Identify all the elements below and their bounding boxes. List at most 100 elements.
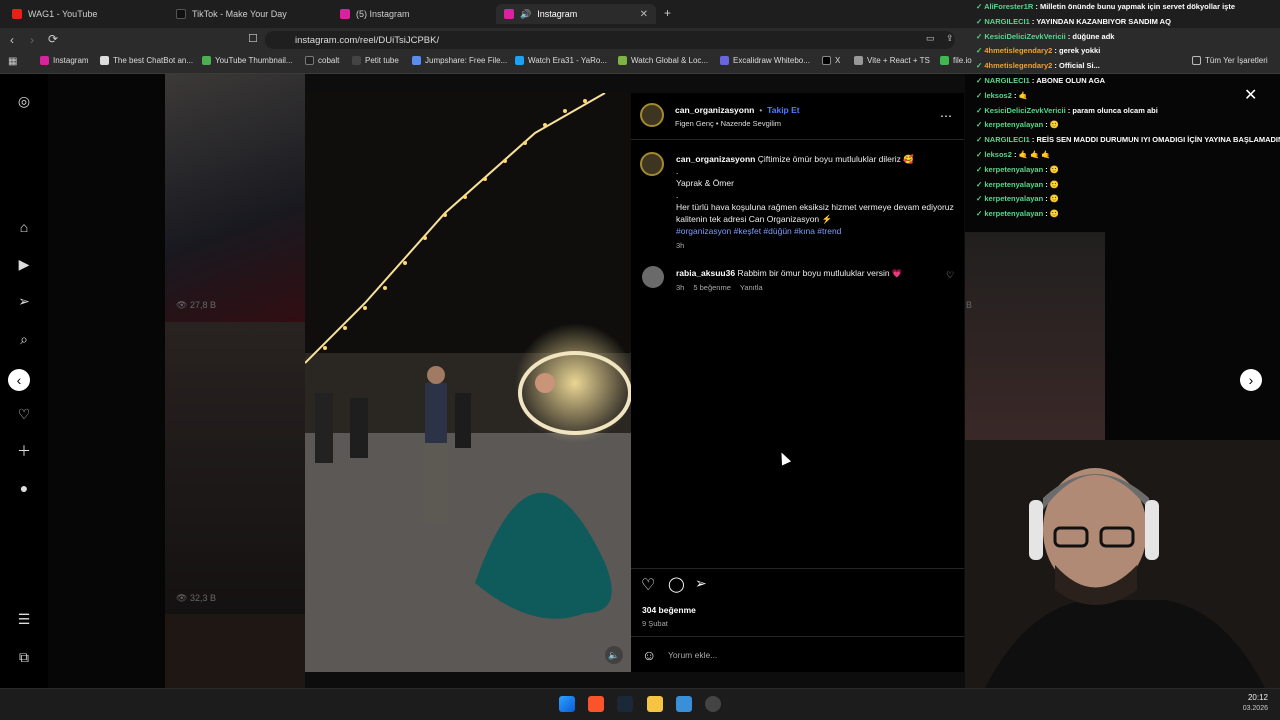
chat-username[interactable]: NARGILECI1 xyxy=(984,17,1029,26)
comment-item: rabia_aksuu36 Rabbim bir ömur boyu mutlu… xyxy=(676,267,936,292)
chat-username[interactable]: KesiciDeliciZevkVericii xyxy=(984,32,1065,41)
file-explorer-icon[interactable] xyxy=(647,696,663,712)
chat-text: 🙂 xyxy=(1049,120,1060,130)
chat-message: ✓ NARGILECI1 : REİS SEN MADDI DURUMUN IY… xyxy=(976,133,1280,148)
youtube-icon xyxy=(12,9,22,19)
share-send-icon[interactable]: ➢ xyxy=(695,575,707,592)
chat-username[interactable]: kerpetenyalayan xyxy=(984,165,1043,174)
home-icon[interactable]: ⌂ xyxy=(14,217,34,237)
instagram-logo-icon[interactable]: ◎ xyxy=(14,91,34,111)
bookmark-item[interactable]: The best ChatBot an... xyxy=(100,56,193,65)
chat-username[interactable]: leksos2 xyxy=(984,150,1012,159)
caption-dot: . xyxy=(676,166,679,176)
comment-bubble-icon[interactable]: ◯ xyxy=(668,575,685,593)
next-post-button[interactable]: › xyxy=(1240,369,1262,391)
mute-toggle-icon[interactable]: 🔈 xyxy=(605,646,623,664)
profile-avatar[interactable]: ● xyxy=(14,478,34,498)
chat-message: ✓ kerpetenyalayan : 🙂 xyxy=(976,178,1280,193)
chat-text: ABONE OLUN AGA xyxy=(1036,75,1106,85)
menu-icon[interactable]: ☰ xyxy=(14,609,34,629)
new-tab-icon[interactable]: + xyxy=(664,6,671,20)
commenter-avatar[interactable] xyxy=(642,266,664,288)
webcam-feed xyxy=(965,440,1280,688)
bookmark-item[interactable]: Watch Global & Loc... xyxy=(618,56,708,65)
obs-icon[interactable] xyxy=(705,696,721,712)
more-options-icon[interactable]: ⋯ xyxy=(940,109,952,123)
bookmark-item[interactable]: Petit tube xyxy=(352,56,399,65)
chat-username[interactable]: 4hmetislegendary2 xyxy=(984,46,1052,55)
caption-avatar[interactable] xyxy=(640,152,664,176)
more-icon[interactable]: ⧉ xyxy=(14,647,34,667)
bookmark-icon[interactable]: ☐ xyxy=(248,32,258,45)
comment-likes[interactable]: 5 beğenme xyxy=(693,283,731,292)
close-tab-icon[interactable]: ✕ xyxy=(640,9,648,20)
bookmark-item[interactable]: cobalt xyxy=(305,56,339,65)
chat-username[interactable]: kerpetenyalayan xyxy=(984,120,1043,129)
reel-video[interactable]: 🔈 xyxy=(305,93,631,672)
bookmark-item[interactable]: Vite + React + TS xyxy=(854,56,930,65)
chat-text: param olunca olcam abi xyxy=(1072,105,1158,115)
chat-username[interactable]: NARGILECI1 xyxy=(984,135,1029,144)
chat-username[interactable]: kerpetenyalayan xyxy=(984,180,1043,189)
create-icon[interactable]: ＋ xyxy=(14,441,34,461)
bookmark-item[interactable]: Excalidraw Whitebo... xyxy=(720,56,810,65)
emoji-picker-icon[interactable]: ☺ xyxy=(642,647,656,663)
chat-username[interactable]: NARGILECI1 xyxy=(984,76,1029,85)
brave-browser-icon[interactable] xyxy=(588,696,604,712)
forward-icon[interactable]: › xyxy=(30,33,34,47)
apps-grid-icon[interactable]: ▦ xyxy=(8,56,17,67)
bookmark-item[interactable]: YouTube Thumbnail... xyxy=(202,56,293,65)
tab-tiktok[interactable]: TikTok - Make Your Day xyxy=(168,4,328,24)
follow-button[interactable]: Takip Et xyxy=(767,105,799,115)
share-icon[interactable]: ⇪ xyxy=(946,33,954,44)
chat-username[interactable]: AliForester1R xyxy=(984,2,1033,11)
caption-hashtags[interactable]: #organizasyon #keşfet #düğün #kına #tren… xyxy=(676,225,956,237)
chat-username[interactable]: kerpetenyalayan xyxy=(984,194,1043,203)
comment-input[interactable]: Yorum ekle... xyxy=(668,650,717,660)
back-icon[interactable]: ‹ xyxy=(10,33,14,47)
bookmark-item[interactable]: Watch Era31 - YaRo... xyxy=(515,56,607,65)
header-avatar[interactable] xyxy=(640,103,664,127)
like-count[interactable]: 304 beğenme xyxy=(642,605,696,615)
search-icon[interactable]: ⌕ xyxy=(14,329,34,349)
chat-separator: : xyxy=(1043,179,1050,189)
chat-message: ✓ kerpetenyalayan : 🙂 xyxy=(976,118,1280,133)
clock-time[interactable]: 20:12 xyxy=(1238,693,1268,702)
reply-button[interactable]: Yanıtla xyxy=(740,283,763,292)
chat-username[interactable]: 4hmetislegendary2 xyxy=(984,61,1052,70)
tab-instagram-active[interactable]: 🔊 Instagram ✕ xyxy=(496,4,656,24)
chat-username[interactable]: kerpetenyalayan xyxy=(984,209,1043,218)
chat-message: ✓ NARGILECI1 : ABONE OLUN AGA xyxy=(976,74,1280,89)
comment-like-heart-icon[interactable]: ♡ xyxy=(946,270,954,281)
url-field[interactable]: instagram.com/reel/DUiTsiJCPBK/ xyxy=(265,31,955,49)
caption-username[interactable]: can_organizasyonn xyxy=(676,154,755,164)
bookmark-item[interactable]: X xyxy=(822,56,840,65)
notifications-heart-icon[interactable]: ♡ xyxy=(14,404,34,424)
clock-date[interactable]: 03.2026 xyxy=(1230,705,1268,712)
chat-username[interactable]: KesiciDeliciZevkVericii xyxy=(984,106,1065,115)
post-author-username[interactable]: can_organizasyonn xyxy=(675,105,754,115)
tab-youtube[interactable]: WAG1 - YouTube xyxy=(4,4,164,24)
comment-username[interactable]: rabia_aksuu36 xyxy=(676,268,735,278)
separator-dot: • xyxy=(759,105,763,115)
previous-post-button[interactable]: ‹ xyxy=(8,369,30,391)
bookmark-item[interactable]: Jumpshare: Free File... xyxy=(412,56,507,65)
x-icon xyxy=(822,56,831,65)
globe-icon xyxy=(515,56,524,65)
steam-icon[interactable] xyxy=(617,696,633,712)
direct-messages-icon[interactable]: ➢ xyxy=(14,291,34,311)
like-heart-icon[interactable]: ♡ xyxy=(641,575,655,595)
photos-icon[interactable] xyxy=(676,696,692,712)
chat-text: 🤙 🤙 🤙 xyxy=(1018,149,1051,159)
reels-icon[interactable]: ▶ xyxy=(14,254,34,274)
bookmark-item[interactable]: file.io xyxy=(940,56,972,65)
audio-track[interactable]: Figen Genç • Nazende Sevgilim xyxy=(675,119,781,128)
start-windows-icon[interactable] xyxy=(559,696,575,712)
chat-username[interactable]: leksos2 xyxy=(984,91,1012,100)
caption-time: 3h xyxy=(676,241,685,250)
reload-icon[interactable]: ⟳ xyxy=(48,32,58,46)
cast-icon[interactable]: ▭ xyxy=(926,33,935,44)
instagram-icon xyxy=(340,9,350,19)
bookmark-item[interactable]: Instagram xyxy=(40,56,89,65)
tab-instagram-inbox[interactable]: (5) Instagram xyxy=(332,4,492,24)
